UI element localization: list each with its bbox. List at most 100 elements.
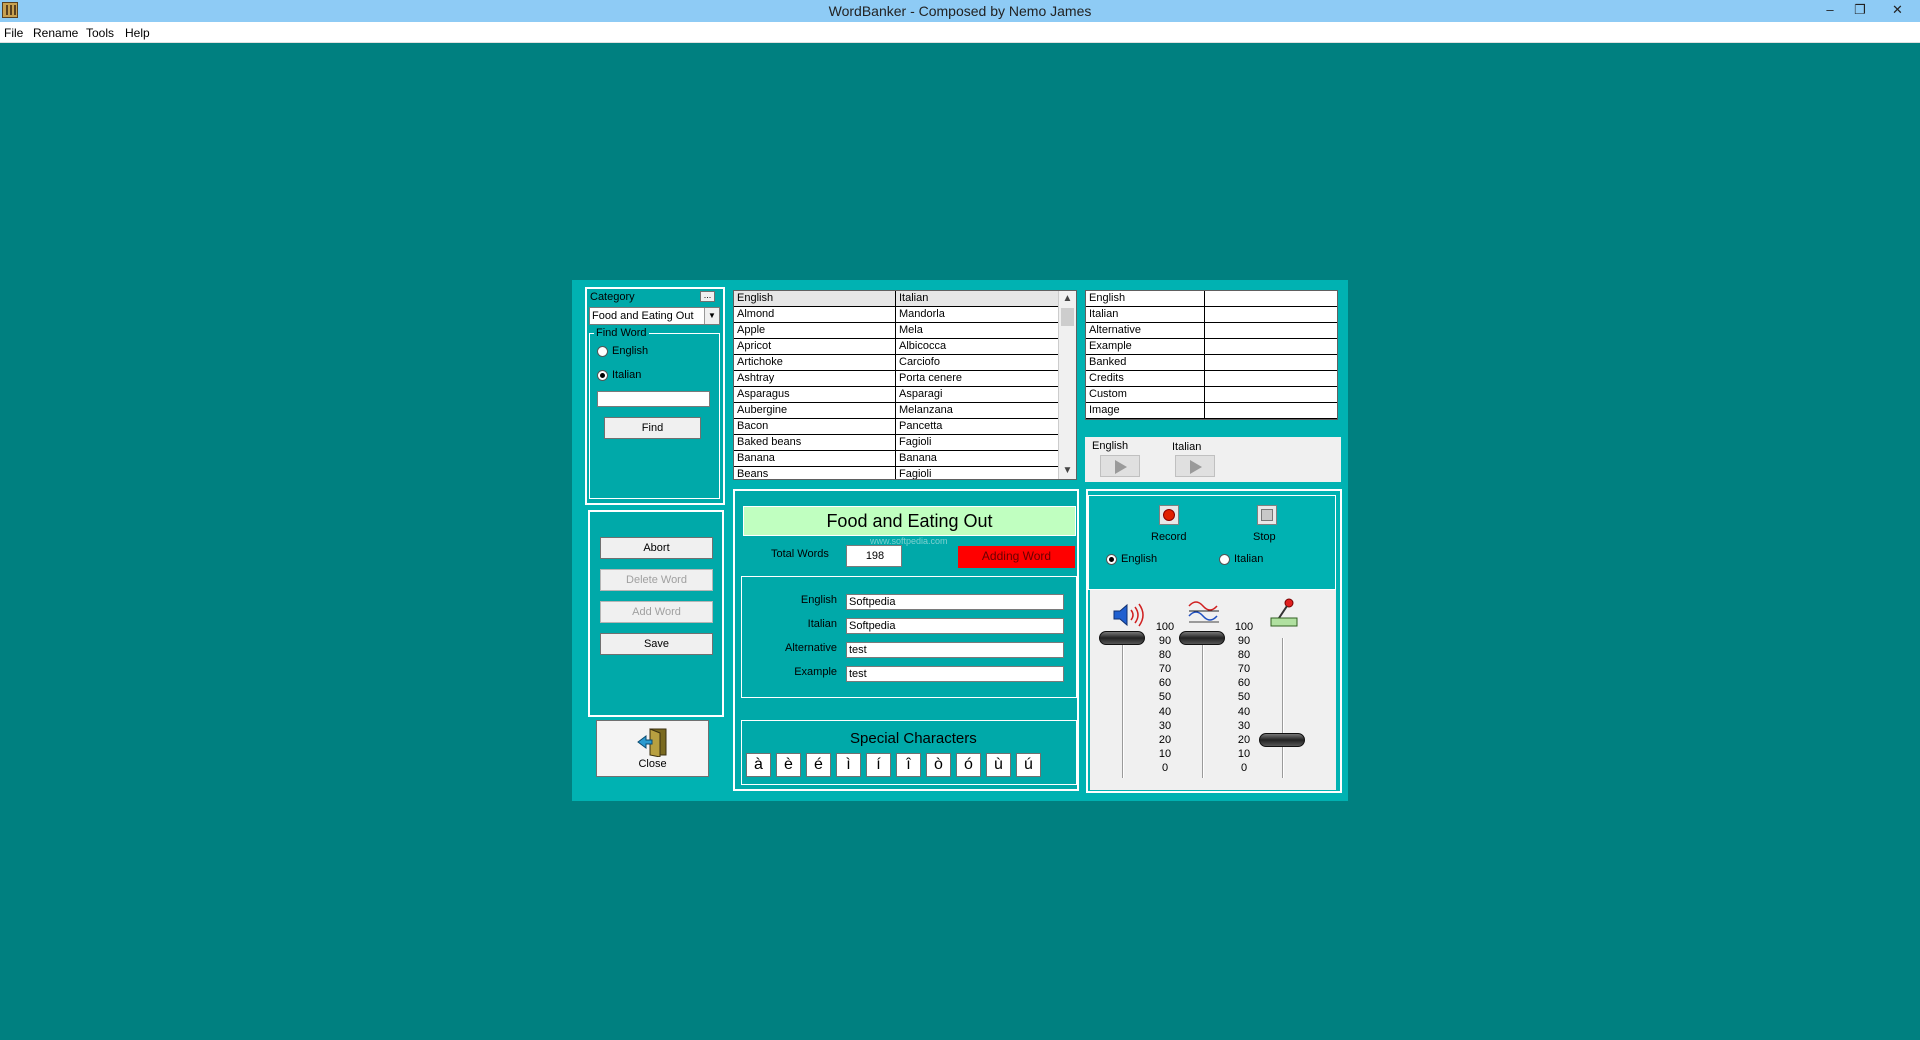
char-i-grave-button[interactable]: ì <box>836 753 861 777</box>
menu-file[interactable]: File <box>4 26 23 40</box>
record-button[interactable] <box>1159 505 1179 525</box>
volume-scale-20: 20 <box>1158 733 1172 746</box>
close-button-label: Close <box>638 758 667 770</box>
details-value <box>1204 339 1337 354</box>
char-u-acute-button[interactable]: ú <box>1016 753 1041 777</box>
save-button[interactable]: Save <box>600 633 713 655</box>
status-badge: Adding Word <box>958 546 1075 568</box>
char-i-acute-button[interactable]: í <box>866 753 891 777</box>
scroll-down-icon[interactable]: ▼ <box>1059 463 1076 479</box>
wave-scale-30: 30 <box>1237 719 1251 732</box>
stop-button[interactable] <box>1257 505 1277 525</box>
add-word-button[interactable]: Add Word <box>600 601 713 623</box>
cell-english: Baked beans <box>737 436 802 448</box>
details-value <box>1204 403 1337 418</box>
table-row[interactable]: Apricot Albicocca <box>734 339 1058 355</box>
table-row[interactable]: Asparagus Asparagi <box>734 387 1058 403</box>
details-value <box>1204 323 1337 338</box>
char-i-circumflex-button[interactable]: î <box>896 753 921 777</box>
menu-bar: File Rename Tools Help <box>0 22 1920 43</box>
details-row: Custom <box>1086 387 1337 403</box>
delete-word-button[interactable]: Delete Word <box>600 569 713 591</box>
close-window-button[interactable]: ✕ <box>1875 0 1920 22</box>
table-row[interactable]: Bacon Pancetta <box>734 419 1058 435</box>
header-english[interactable]: English <box>734 292 894 304</box>
volume-scale-70: 70 <box>1158 663 1172 676</box>
menu-help[interactable]: Help <box>125 26 150 40</box>
cell-italian: Banana <box>895 451 1058 466</box>
english-field[interactable]: Softpedia <box>846 594 1064 610</box>
wave-slider[interactable] <box>1179 631 1225 645</box>
mic-slider[interactable] <box>1259 733 1305 747</box>
italian-field[interactable]: Softpedia <box>846 618 1064 634</box>
record-icon <box>1163 509 1175 521</box>
char-u-grave-button[interactable]: ù <box>986 753 1011 777</box>
menu-tools[interactable]: Tools <box>86 26 114 40</box>
find-italian-radio[interactable] <box>597 370 608 381</box>
play-english-button[interactable] <box>1100 455 1140 477</box>
find-input[interactable] <box>597 391 710 407</box>
details-row: Alternative <box>1086 323 1337 339</box>
find-button[interactable]: Find <box>604 417 701 439</box>
table-row[interactable]: Banana Banana <box>734 451 1058 467</box>
word-list-scrollbar[interactable]: ▲ ▼ <box>1058 291 1076 479</box>
char-e-grave-button[interactable]: è <box>776 753 801 777</box>
cell-italian: Albicocca <box>895 339 1058 354</box>
category-more-button[interactable]: ... <box>700 291 715 302</box>
cell-english: Asparagus <box>737 388 790 400</box>
stop-icon <box>1261 509 1273 521</box>
example-field-label: Example <box>794 666 837 678</box>
minimize-button[interactable]: – <box>1815 0 1845 22</box>
details-label: Custom <box>1089 388 1127 400</box>
record-english-radio[interactable] <box>1106 554 1117 565</box>
volume-scale-100: 100 <box>1155 621 1175 633</box>
details-value <box>1204 355 1337 370</box>
table-row[interactable]: Almond Mandorla <box>734 307 1058 323</box>
details-value <box>1204 291 1337 306</box>
table-row[interactable]: Ashtray Porta cenere <box>734 371 1058 387</box>
char-a-grave-button[interactable]: à <box>746 753 771 777</box>
wave-scale-50: 50 <box>1237 691 1251 704</box>
volume-slider[interactable] <box>1099 631 1145 645</box>
cell-italian: Mandorla <box>895 307 1058 322</box>
header-italian[interactable]: Italian <box>895 291 1058 306</box>
search-panel: Category ... Food and Eating Out ▼ Find … <box>585 287 725 505</box>
volume-scale-40: 40 <box>1158 705 1172 718</box>
category-select[interactable]: Food and Eating Out ▼ <box>589 307 720 325</box>
abort-button[interactable]: Abort <box>600 537 713 559</box>
example-field[interactable]: test <box>846 666 1064 682</box>
table-row[interactable]: Beans Fagioli <box>734 467 1058 479</box>
table-row[interactable]: Artichoke Carciofo <box>734 355 1058 371</box>
wave-scale-0: 0 <box>1240 761 1248 774</box>
restore-button[interactable]: ❐ <box>1845 0 1875 22</box>
alternative-field[interactable]: test <box>846 642 1064 658</box>
play-english-label: English <box>1092 440 1129 452</box>
close-button[interactable]: Close <box>596 720 709 777</box>
microphone-icon <box>1270 598 1298 627</box>
record-italian-radio[interactable] <box>1219 554 1230 565</box>
char-e-acute-button[interactable]: é <box>806 753 831 777</box>
wave-scale-10: 10 <box>1237 747 1251 760</box>
cell-english: Almond <box>737 308 775 320</box>
char-o-acute-button[interactable]: ó <box>956 753 981 777</box>
table-row[interactable]: Aubergine Melanzana <box>734 403 1058 419</box>
volume-scale-0: 0 <box>1161 761 1169 774</box>
table-row[interactable]: Apple Mela <box>734 323 1058 339</box>
details-row: Credits <box>1086 371 1337 387</box>
scroll-thumb[interactable] <box>1061 308 1074 326</box>
char-o-grave-button[interactable]: ò <box>926 753 951 777</box>
category-label: Category <box>590 291 635 303</box>
details-row: Italian <box>1086 307 1337 323</box>
cell-italian: Fagioli <box>895 467 1058 479</box>
volume-scale-10: 10 <box>1158 747 1172 760</box>
scroll-up-icon[interactable]: ▲ <box>1059 291 1076 307</box>
play-italian-button[interactable] <box>1175 455 1215 477</box>
cell-english: Aubergine <box>737 404 788 416</box>
table-row[interactable]: Baked beans Fagioli <box>734 435 1058 451</box>
word-list-table[interactable]: English Italian Almond Mandorla Apple Mela… <box>733 290 1077 480</box>
cell-english: Bacon <box>737 420 769 432</box>
find-english-radio[interactable] <box>597 346 608 357</box>
details-row: Banked <box>1086 355 1337 371</box>
menu-rename[interactable]: Rename <box>33 26 78 40</box>
chevron-down-icon[interactable]: ▼ <box>704 308 719 324</box>
